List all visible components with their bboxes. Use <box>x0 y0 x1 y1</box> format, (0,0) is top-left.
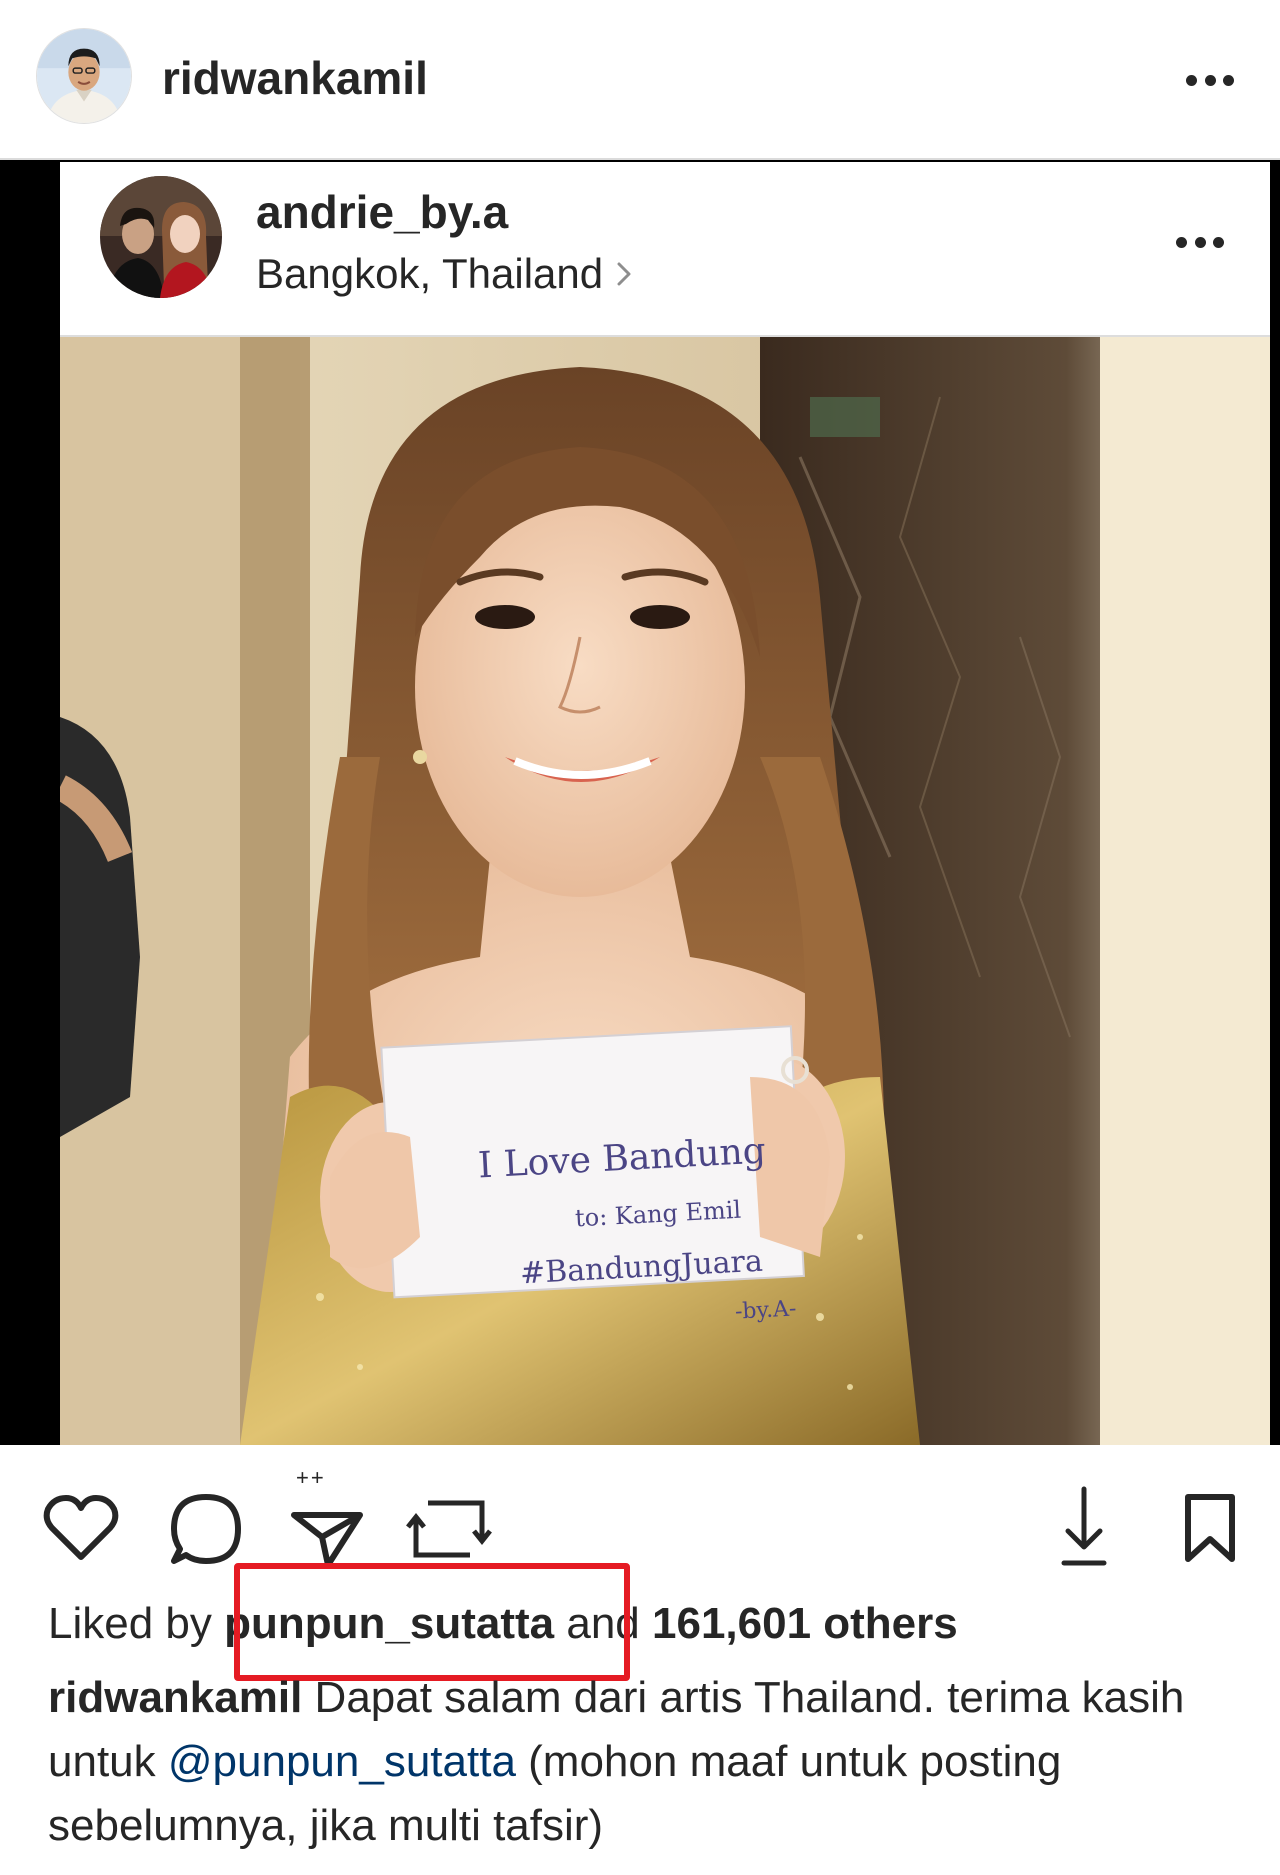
post-photo[interactable] <box>60 337 1270 1445</box>
caption-mention[interactable]: @punpun_sutatta <box>168 1737 516 1786</box>
repost-icon[interactable] <box>406 1497 492 1561</box>
comment-icon[interactable] <box>170 1493 242 1565</box>
embedded-avatar[interactable] <box>100 176 222 298</box>
share-badge: ++ <box>296 1465 326 1490</box>
highlight-box <box>234 1563 630 1681</box>
more-options-icon[interactable] <box>1186 70 1234 90</box>
heart-icon[interactable] <box>43 1495 119 1561</box>
embedded-post-header: andrie_by.a Bangkok, Thailand <box>60 162 1270 337</box>
chevron-right-icon <box>617 262 631 286</box>
share-icon[interactable] <box>290 1483 364 1568</box>
action-bar: ++ <box>0 1445 1280 1585</box>
caption: ridwankamil Dapat salam dari artis Thail… <box>48 1666 1248 1858</box>
post-header: ridwankamil <box>0 0 1280 160</box>
embedded-more-options-icon[interactable] <box>1176 232 1224 252</box>
profile-photo <box>37 29 131 123</box>
avatar[interactable] <box>36 28 132 124</box>
likes-count[interactable]: 161,601 others <box>652 1599 958 1648</box>
embedded-location[interactable]: Bangkok, Thailand <box>256 248 631 300</box>
embedded-username[interactable]: andrie_by.a <box>256 184 508 240</box>
profile-photo <box>100 176 222 298</box>
bookmark-icon[interactable] <box>1184 1493 1236 1563</box>
post-username[interactable]: ridwankamil <box>162 50 428 106</box>
embedded-post: andrie_by.a Bangkok, Thailand I Love Ban… <box>0 160 1280 1445</box>
likes-prefix: Liked by <box>48 1599 212 1648</box>
caption-username[interactable]: ridwankamil <box>48 1673 302 1722</box>
download-icon[interactable] <box>1060 1486 1108 1567</box>
location-label: Bangkok, Thailand <box>256 250 604 297</box>
